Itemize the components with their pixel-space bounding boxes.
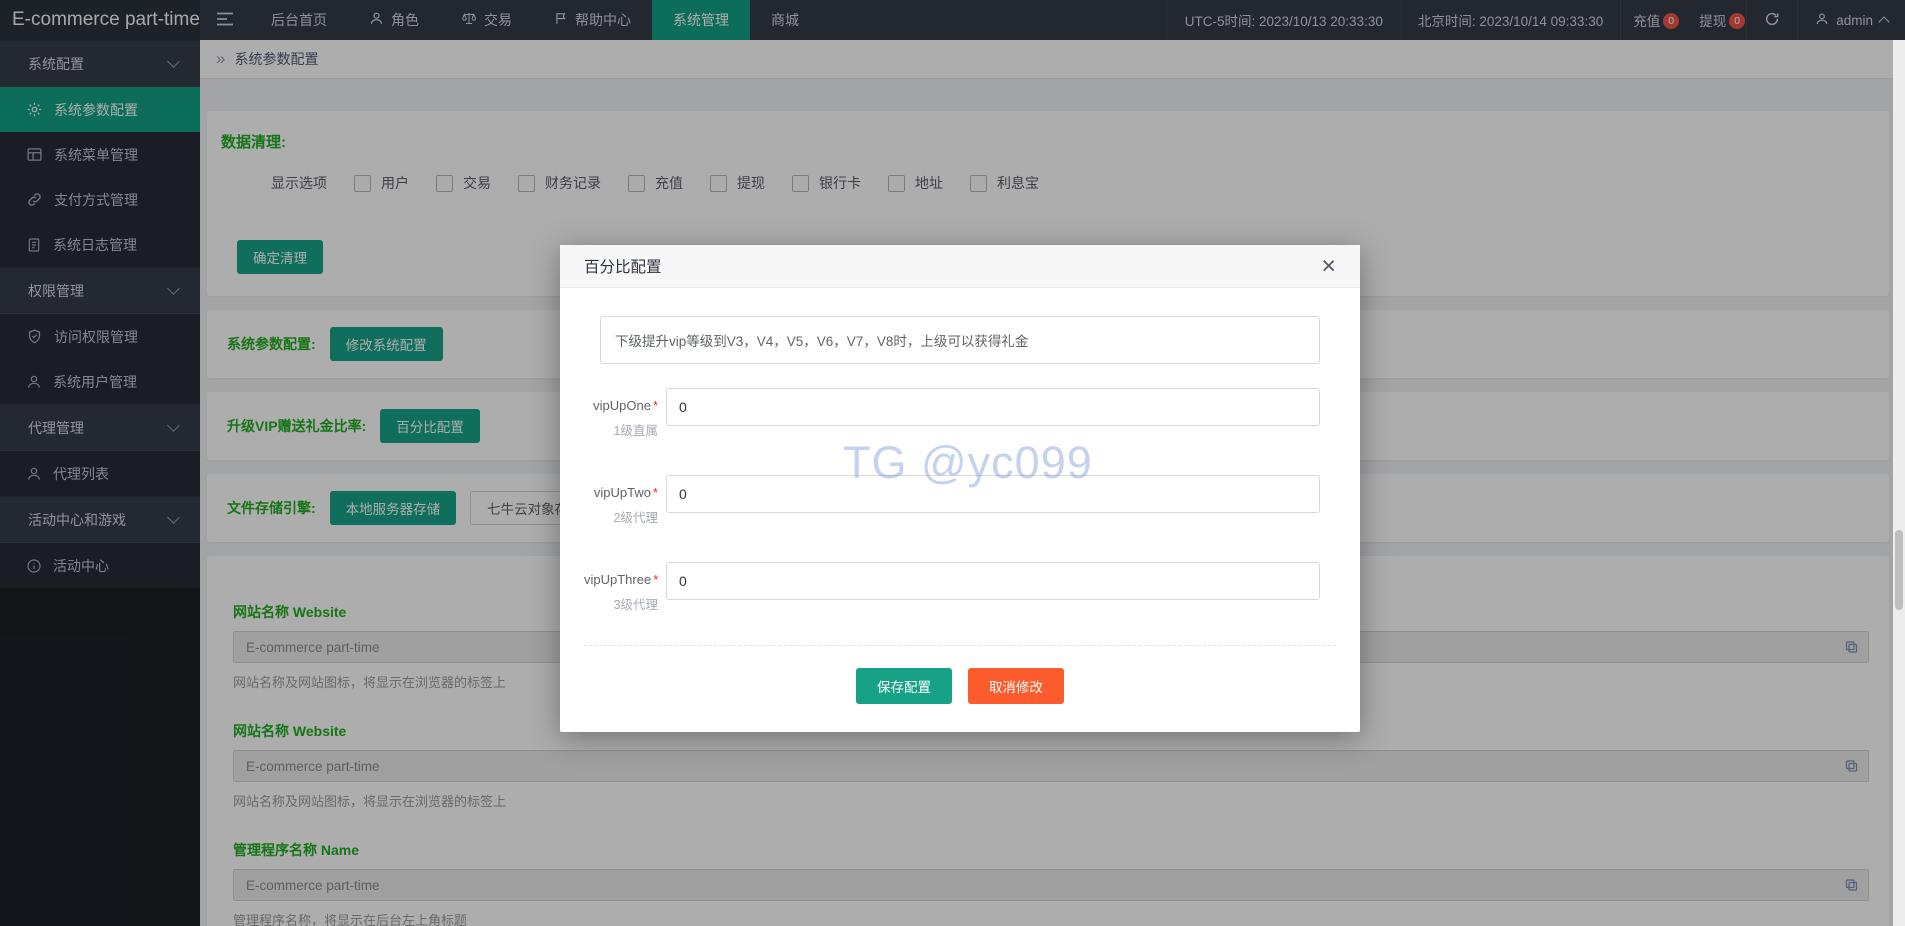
- vipUpTwo-label-col: vipUpTwo* 2级代理: [584, 475, 658, 526]
- required-asterisk: *: [653, 572, 658, 587]
- vipUpThree-row: vipUpThree* 3级代理: [584, 562, 1320, 613]
- vipUpTwo-sublabel: 2级代理: [584, 507, 658, 526]
- vipUpOne-row: vipUpOne* 1级直属: [584, 388, 1320, 439]
- vipUpOne-label-col: vipUpOne* 1级直属: [584, 388, 658, 439]
- percentage-config-modal: 百分比配置 × vipUpOne* 1级直属 vipUpTwo* 2级代理: [560, 245, 1360, 732]
- vipUpThree-label-col: vipUpThree* 3级代理: [584, 562, 658, 613]
- modal-header: 百分比配置 ×: [560, 245, 1360, 288]
- vipUpOne-input[interactable]: [666, 388, 1320, 426]
- modal-body: vipUpOne* 1级直属 vipUpTwo* 2级代理 vipUpThree…: [560, 288, 1360, 732]
- save-config-button[interactable]: 保存配置: [856, 668, 952, 704]
- close-icon[interactable]: ×: [1321, 254, 1336, 279]
- modal-footer: 保存配置 取消修改: [584, 645, 1336, 718]
- vipUpThree-input[interactable]: [666, 562, 1320, 600]
- vipUpTwo-input[interactable]: [666, 475, 1320, 513]
- vipUpThree-label: vipUpThree: [584, 572, 651, 587]
- page-scrollbar[interactable]: [1893, 40, 1905, 926]
- modal-title: 百分比配置: [584, 255, 662, 277]
- scrollbar-thumb[interactable]: [1895, 530, 1903, 610]
- required-asterisk: *: [653, 398, 658, 413]
- vip-description-input[interactable]: [600, 316, 1320, 364]
- vipUpTwo-row: vipUpTwo* 2级代理: [584, 475, 1320, 526]
- vipUpTwo-label: vipUpTwo: [594, 485, 651, 500]
- vipUpThree-sublabel: 3级代理: [584, 594, 658, 613]
- cancel-modify-button[interactable]: 取消修改: [968, 668, 1064, 704]
- vipUpOne-sublabel: 1级直属: [584, 420, 658, 439]
- required-asterisk: *: [653, 485, 658, 500]
- vipUpOne-label: vipUpOne: [593, 398, 651, 413]
